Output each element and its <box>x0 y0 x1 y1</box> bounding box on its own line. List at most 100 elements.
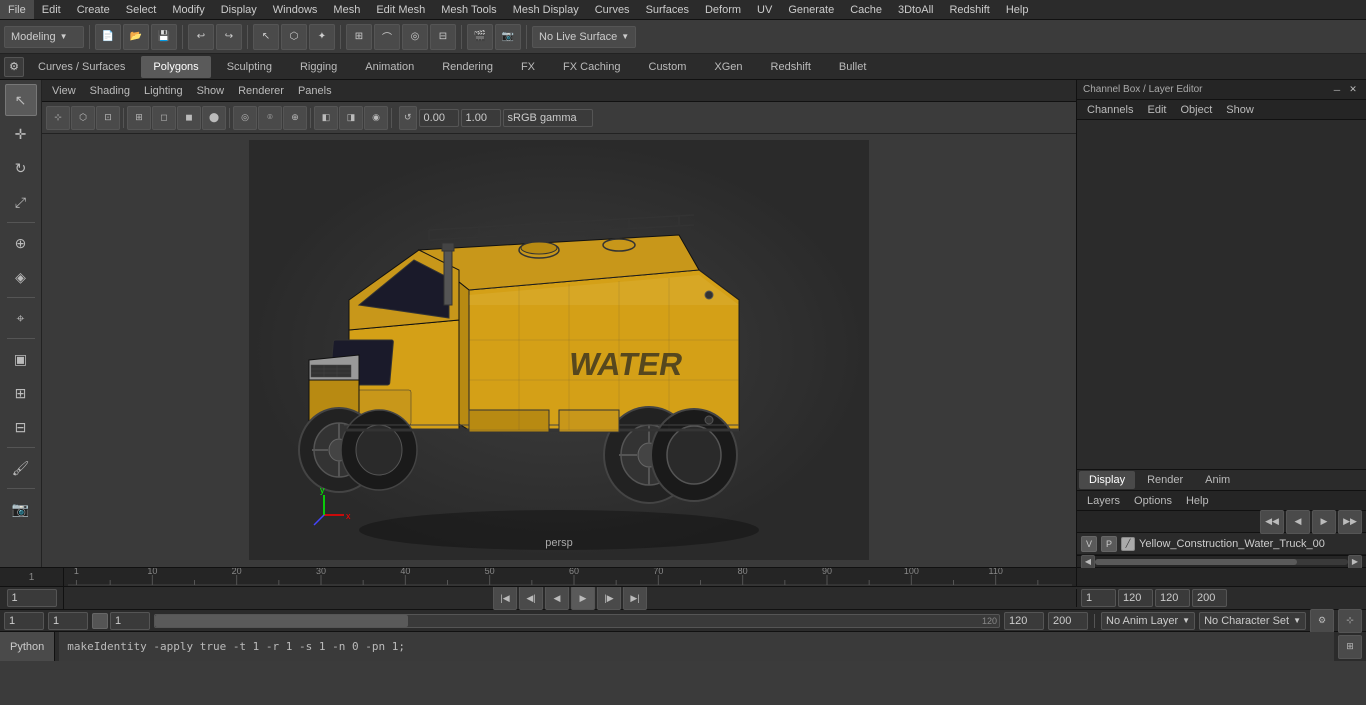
anim-end-input[interactable]: 120 <box>1155 589 1190 607</box>
menu-create[interactable]: Create <box>69 0 118 19</box>
timeline-ruler[interactable]: 1 1102030405060708090100110120 <box>0 568 1366 587</box>
timeline-ruler-marks[interactable]: 1102030405060708090100110120 <box>64 568 1076 587</box>
menu-curves[interactable]: Curves <box>587 0 638 19</box>
tab-curves-surfaces[interactable]: Curves / Surfaces <box>26 56 137 78</box>
camera-sidebar[interactable]: 📷 <box>5 493 37 525</box>
playback-end-input[interactable]: 120 <box>1118 589 1153 607</box>
scrollbar-thumb[interactable] <box>1095 559 1297 565</box>
layers-menu[interactable]: Layers <box>1081 491 1126 510</box>
menu-mesh-tools[interactable]: Mesh Tools <box>433 0 504 19</box>
menu-cache[interactable]: Cache <box>842 0 890 19</box>
vp-shaded[interactable]: ⬤ <box>202 106 226 130</box>
scrollbar-right[interactable]: ▶ <box>1348 555 1362 569</box>
scrollbar-track[interactable] <box>1095 559 1348 565</box>
menu-edit[interactable]: Edit <box>34 0 69 19</box>
vp-cam-3[interactable]: ⊕ <box>283 106 307 130</box>
skip-to-end-button[interactable]: ▶| <box>623 586 647 610</box>
vp-smooth[interactable]: ◼ <box>177 106 201 130</box>
lasso-tool-button[interactable]: ⬡ <box>281 24 307 50</box>
tab-xgen[interactable]: XGen <box>702 56 754 78</box>
snap-surface-button[interactable]: ⊟ <box>430 24 456 50</box>
rotate-tool-sidebar[interactable]: ↻ <box>5 152 37 184</box>
layer-prev-1[interactable]: ◀◀ <box>1260 510 1284 534</box>
max-end-field[interactable]: 200 <box>1048 612 1088 630</box>
menu-generate[interactable]: Generate <box>780 0 842 19</box>
vp-tool-2[interactable]: ⬡ <box>71 106 95 130</box>
soft-mod-sidebar[interactable]: ◈ <box>5 261 37 293</box>
frame-field-3[interactable]: 1 <box>110 612 150 630</box>
tab-rigging[interactable]: Rigging <box>288 56 349 78</box>
grid-btn-2[interactable]: ⊞ <box>5 377 37 409</box>
tab-bullet[interactable]: Bullet <box>827 56 879 78</box>
python-expand-icon[interactable]: ⊞ <box>1338 635 1362 659</box>
redo-button[interactable]: ↪ <box>216 24 242 50</box>
vp-transform-x[interactable]: 0.00 <box>419 109 459 127</box>
menu-windows[interactable]: Windows <box>265 0 326 19</box>
layer-visibility-toggle[interactable]: V <box>1081 536 1097 552</box>
tab-fx[interactable]: FX <box>509 56 547 78</box>
viewport-scene[interactable]: WATER <box>42 134 1076 565</box>
skip-to-start-button[interactable]: |◀ <box>493 586 517 610</box>
vp-grid-toggle[interactable]: ⊞ <box>127 106 151 130</box>
layers-scrollbar[interactable]: ◀ ▶ <box>1077 555 1366 567</box>
menu-select[interactable]: Select <box>118 0 165 19</box>
vp-tool-1[interactable]: ⊹ <box>46 106 70 130</box>
tab-display[interactable]: Display <box>1079 471 1135 489</box>
menu-help[interactable]: Help <box>998 0 1037 19</box>
tab-rendering[interactable]: Rendering <box>430 56 505 78</box>
undo-button[interactable]: ↩ <box>188 24 214 50</box>
play-back-button[interactable]: ◀ <box>545 586 569 610</box>
layer-next-1[interactable]: ▶ <box>1312 510 1336 534</box>
tab-fx-caching[interactable]: FX Caching <box>551 56 632 78</box>
playback-end-field[interactable]: 120 <box>1004 612 1044 630</box>
scale-tool-sidebar[interactable]: ⤢ <box>5 186 37 218</box>
vp-menu-view[interactable]: View <box>46 80 82 101</box>
ipr-button[interactable]: 📷 <box>495 24 521 50</box>
snap-sidebar[interactable]: ⌖ <box>5 302 37 334</box>
timeline-slider-thumb[interactable] <box>155 615 408 627</box>
object-menu[interactable]: Object <box>1174 100 1218 119</box>
vp-tool-3[interactable]: ⊡ <box>96 106 120 130</box>
layer-next-2[interactable]: ▶▶ <box>1338 510 1362 534</box>
tab-sculpting[interactable]: Sculpting <box>215 56 284 78</box>
layers-help-menu[interactable]: Help <box>1180 491 1215 510</box>
python-label[interactable]: Python <box>0 632 55 661</box>
bottom-settings-1[interactable]: ⚙ <box>1310 609 1334 633</box>
snap-grid-button[interactable]: ⊞ <box>346 24 372 50</box>
vp-transform-y[interactable]: 1.00 <box>461 109 501 127</box>
tab-custom[interactable]: Custom <box>637 56 699 78</box>
step-forward-button[interactable]: |▶ <box>597 586 621 610</box>
snap-curve-button[interactable]: ⌒ <box>374 24 400 50</box>
vp-wireframe[interactable]: ◻ <box>152 106 176 130</box>
vp-menu-show[interactable]: Show <box>191 80 231 101</box>
menu-display[interactable]: Display <box>213 0 265 19</box>
layer-color-swatch[interactable]: ╱ <box>1121 537 1135 551</box>
universal-manip-sidebar[interactable]: ⊕ <box>5 227 37 259</box>
vp-transform-reset[interactable]: ↺ <box>399 106 417 130</box>
frame-field-2[interactable]: 1 <box>48 612 88 630</box>
menu-mesh[interactable]: Mesh <box>325 0 368 19</box>
edit-menu[interactable]: Edit <box>1141 100 1172 119</box>
viewport-3d[interactable]: WATER <box>42 134 1076 565</box>
new-scene-button[interactable]: 📄 <box>95 24 121 50</box>
menu-uv[interactable]: UV <box>749 0 780 19</box>
play-forward-button[interactable]: ▶ <box>571 586 595 610</box>
layer-playback-toggle[interactable]: P <box>1101 536 1117 552</box>
channel-box-minimize[interactable]: ─ <box>1330 83 1344 97</box>
menu-surfaces[interactable]: Surfaces <box>638 0 697 19</box>
current-frame-input[interactable]: 1 <box>7 589 57 607</box>
tab-redshift[interactable]: Redshift <box>759 56 823 78</box>
paint-sel-button[interactable]: ✦ <box>309 24 335 50</box>
vp-menu-lighting[interactable]: Lighting <box>138 80 189 101</box>
menu-modify[interactable]: Modify <box>164 0 212 19</box>
select-tool-button[interactable]: ↖ <box>253 24 279 50</box>
grid-btn-1[interactable]: ▣ <box>5 343 37 375</box>
snap-point-button[interactable]: ◎ <box>402 24 428 50</box>
step-back-button[interactable]: ◀| <box>519 586 543 610</box>
vp-shading-3[interactable]: ◉ <box>364 106 388 130</box>
layer-prev-2[interactable]: ◀ <box>1286 510 1310 534</box>
save-scene-button[interactable]: 💾 <box>151 24 177 50</box>
layer-row[interactable]: V P ╱ Yellow_Construction_Water_Truck_00 <box>1077 533 1366 555</box>
menu-redshift[interactable]: Redshift <box>941 0 997 19</box>
menu-deform[interactable]: Deform <box>697 0 749 19</box>
